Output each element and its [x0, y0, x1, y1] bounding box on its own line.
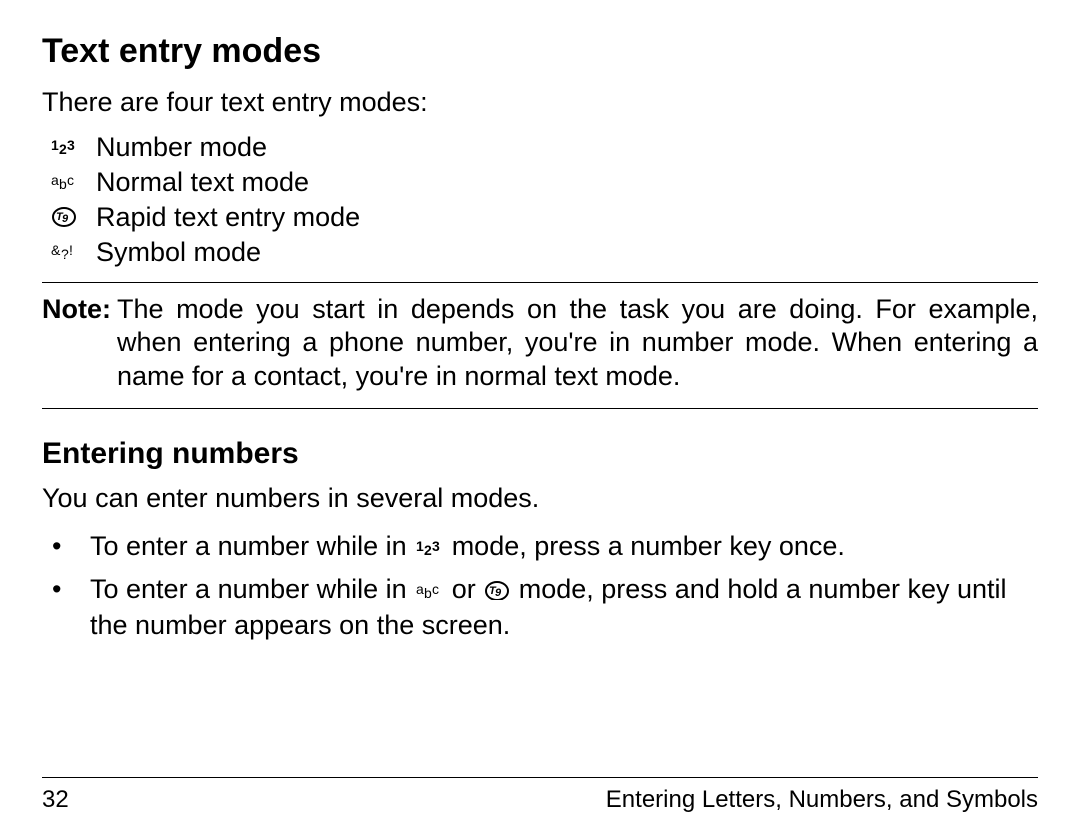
- note-text: The mode you start in depends on the tas…: [117, 293, 1038, 394]
- page-number: 32: [42, 786, 69, 814]
- mode-label: Number mode: [96, 132, 267, 163]
- t9-icon: [42, 206, 88, 228]
- abc-icon: [42, 171, 88, 193]
- bullet-text: To enter a number while in: [90, 574, 414, 604]
- bullet-text: mode, press a number key once.: [452, 531, 845, 561]
- bullet-text: or: [452, 574, 484, 604]
- intro-text: There are four text entry modes:: [42, 85, 1038, 120]
- sym-icon: [42, 241, 88, 263]
- chapter-title: Entering Letters, Numbers, and Symbols: [606, 786, 1038, 814]
- bullet-dot: •: [42, 529, 90, 564]
- list-item: • To enter a number while in mode, press…: [42, 525, 1038, 568]
- subsection-title: Entering numbers: [42, 437, 1038, 471]
- bullet-list: • To enter a number while in mode, press…: [42, 525, 1038, 646]
- manual-page: Text entry modes There are four text ent…: [0, 0, 1080, 834]
- note-block: Note: The mode you start in depends on t…: [42, 282, 1038, 409]
- subsection-intro: You can enter numbers in several modes.: [42, 481, 1038, 516]
- note-label: Note:: [42, 293, 111, 394]
- abc-icon: [416, 580, 442, 600]
- num-icon: [416, 537, 442, 557]
- mode-list: Number mode Normal text mode Rapid text …: [42, 130, 1038, 270]
- section-title: Text entry modes: [42, 32, 1038, 71]
- num-icon: [42, 136, 88, 158]
- mode-label: Symbol mode: [96, 237, 261, 268]
- mode-row-abc: Normal text mode: [42, 165, 1038, 200]
- mode-label: Rapid text entry mode: [96, 202, 360, 233]
- mode-row-t9: Rapid text entry mode: [42, 200, 1038, 235]
- list-item: • To enter a number while in or mode, pr…: [42, 568, 1038, 646]
- bullet-dot: •: [42, 572, 90, 642]
- mode-row-symbol: Symbol mode: [42, 235, 1038, 270]
- page-footer: 32 Entering Letters, Numbers, and Symbol…: [42, 777, 1038, 814]
- mode-label: Normal text mode: [96, 167, 309, 198]
- bullet-text: To enter a number while in: [90, 531, 414, 561]
- t9-icon: [485, 580, 509, 600]
- mode-row-number: Number mode: [42, 130, 1038, 165]
